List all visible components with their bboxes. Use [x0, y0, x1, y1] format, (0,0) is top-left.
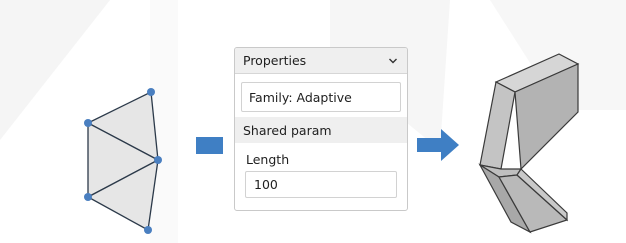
properties-header[interactable]: Properties — [235, 48, 407, 74]
adaptive-point — [84, 193, 92, 201]
adaptive-point — [154, 156, 162, 164]
shared-param-section-header: Shared param — [235, 117, 407, 143]
properties-title: Properties — [243, 53, 307, 68]
length-input[interactable] — [245, 171, 397, 198]
adaptive-triangulation-diagram — [84, 88, 162, 234]
properties-panel: Properties Family: Adaptive Shared param… — [234, 47, 408, 211]
adaptive-point — [144, 226, 152, 234]
adaptive-solid-result — [478, 53, 580, 234]
solid-face — [479, 81, 516, 170]
adaptive-point — [147, 88, 155, 96]
operator-bar — [196, 137, 223, 154]
chevron-down-icon[interactable] — [387, 55, 399, 67]
family-row: Family: Adaptive — [235, 74, 407, 117]
length-label: Length — [246, 152, 290, 167]
adaptive-point — [84, 119, 92, 127]
family-field[interactable]: Family: Adaptive — [241, 82, 401, 112]
arrow-right-icon — [417, 129, 459, 161]
